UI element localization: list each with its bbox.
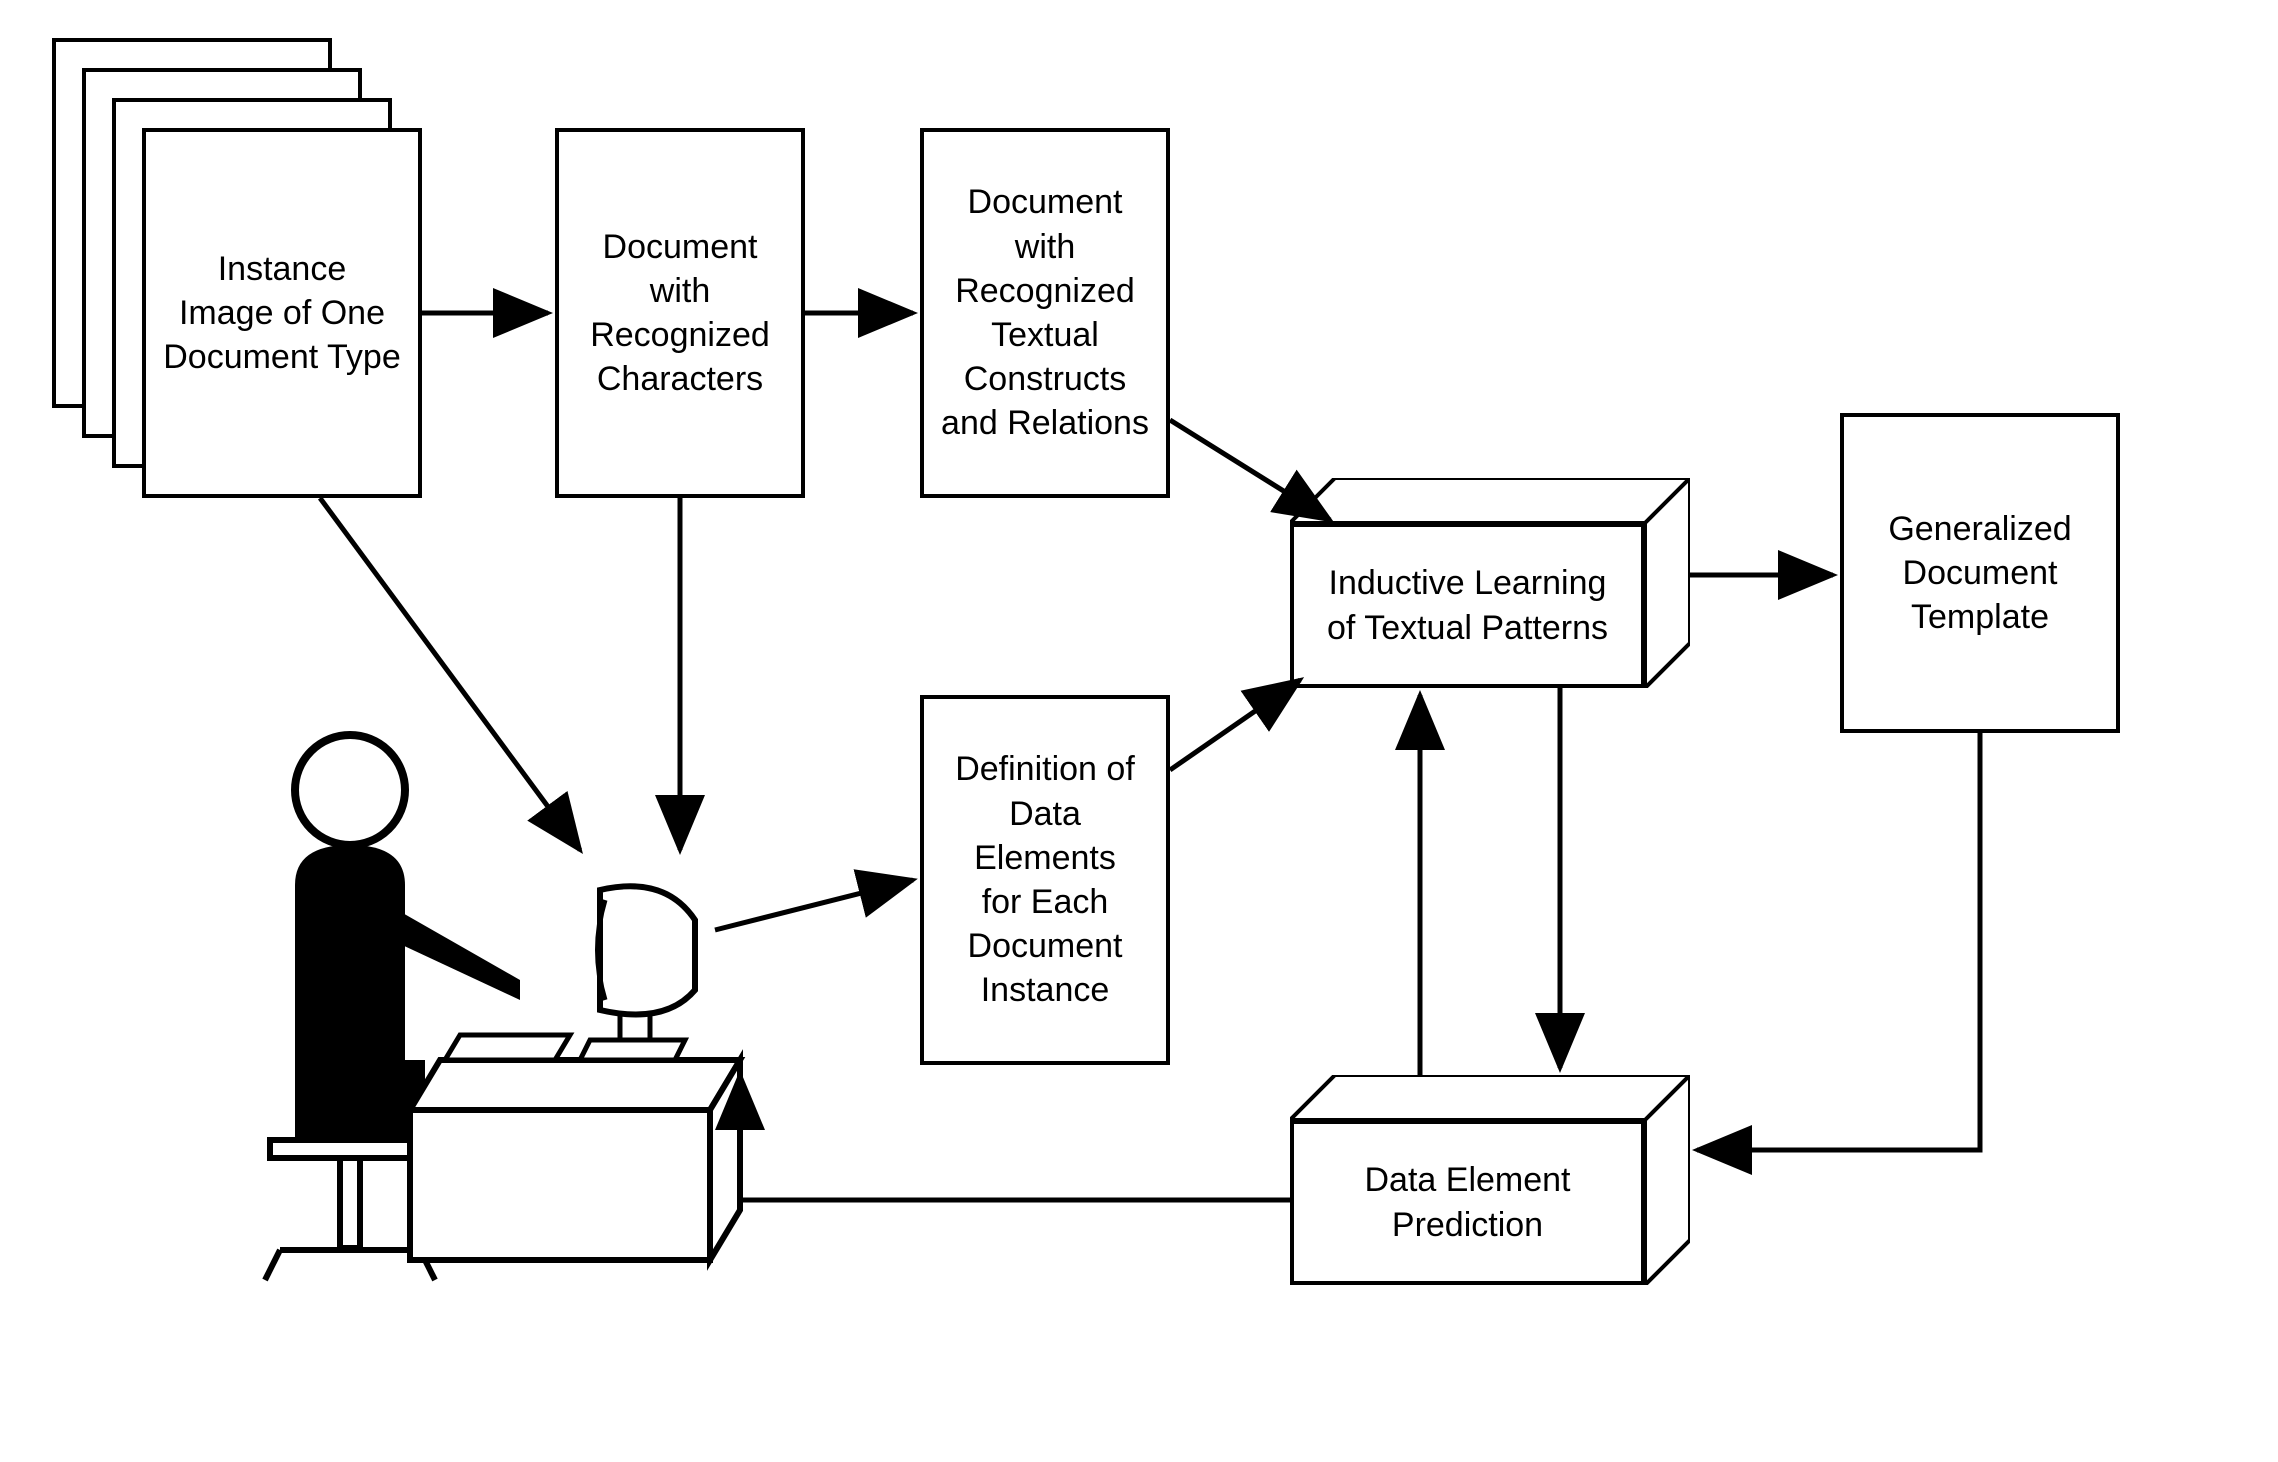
node-instance-image: InstanceImage of OneDocument Type — [142, 128, 422, 498]
node-doc-recognized-constructs: Document withRecognizedTextualConstructs… — [920, 128, 1170, 498]
node-definition-data-elements-label: Definition ofData Elementsfor EachDocume… — [936, 747, 1154, 1012]
node-generalized-template: GeneralizedDocumentTemplate — [1840, 413, 2120, 733]
node-doc-recognized-chars: Document withRecognizedCharacters — [555, 128, 805, 498]
node-doc-recognized-constructs-label: Document withRecognizedTextualConstructs… — [936, 180, 1154, 445]
person-at-computer-icon — [140, 690, 760, 1310]
node-inductive-learning: Inductive Learningof Textual Patterns — [1290, 478, 1690, 688]
node-data-element-prediction-label: Data ElementPrediction — [1365, 1158, 1571, 1246]
node-inductive-learning-label: Inductive Learningof Textual Patterns — [1327, 561, 1608, 649]
diagram-canvas: InstanceImage of OneDocument Type Docume… — [0, 0, 2278, 1462]
node-data-element-prediction: Data ElementPrediction — [1290, 1075, 1690, 1285]
node-generalized-template-label: GeneralizedDocumentTemplate — [1888, 507, 2071, 640]
node-definition-data-elements: Definition ofData Elementsfor EachDocume… — [920, 695, 1170, 1065]
node-instance-image-label: InstanceImage of OneDocument Type — [163, 247, 401, 380]
node-doc-recognized-chars-label: Document withRecognizedCharacters — [571, 225, 789, 402]
